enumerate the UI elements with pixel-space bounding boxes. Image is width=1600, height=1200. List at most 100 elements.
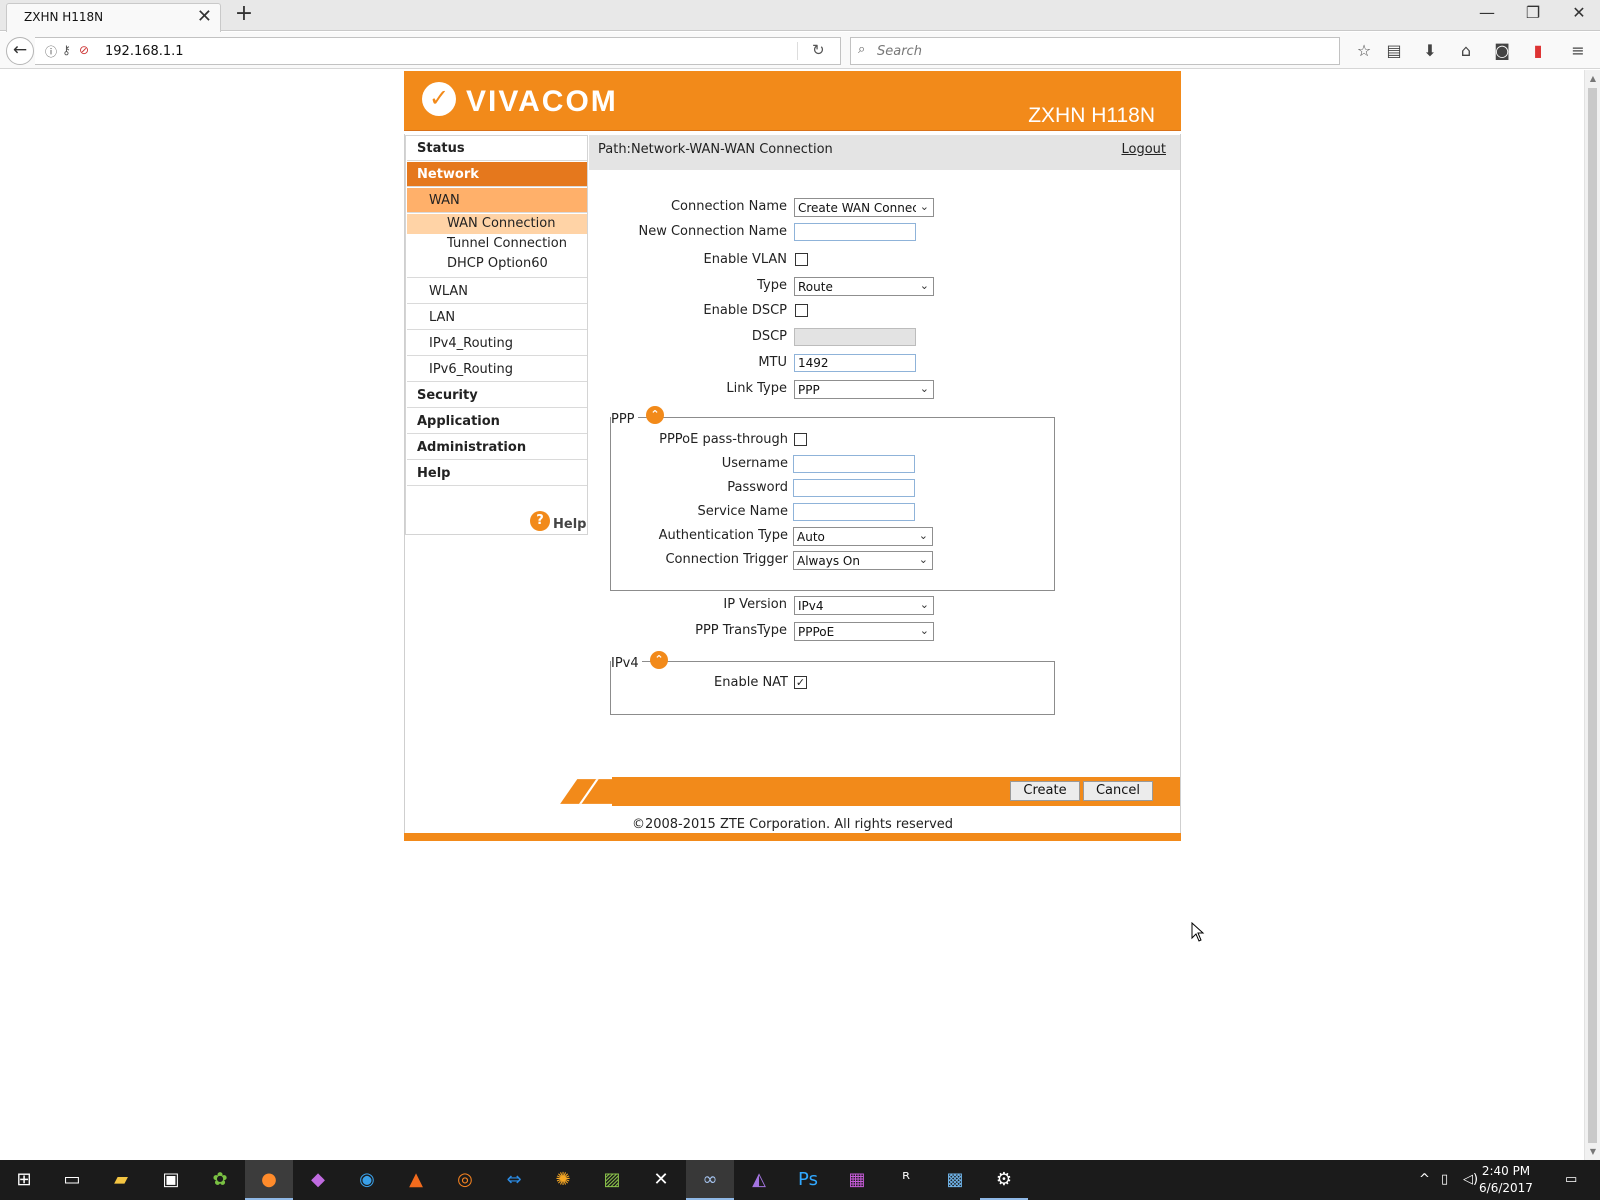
url-bar[interactable]: ⓘ ⚷ ⊘ 192.168.1.1 ↻ — [35, 37, 841, 65]
app-icon[interactable]: ✿ — [196, 1160, 244, 1200]
sidebar-item-wlan[interactable]: WLAN — [407, 279, 587, 304]
sidebar-item-status[interactable]: Status — [407, 136, 587, 161]
mtu-input[interactable]: 1492 — [794, 354, 916, 372]
page-scrollbar[interactable]: ▲ ▼ — [1584, 70, 1600, 1160]
url-text[interactable]: 192.168.1.1 — [105, 44, 184, 59]
taskbar-clock[interactable]: 2:40 PM 6/6/2017 — [1471, 1163, 1541, 1197]
sidebar-item-application[interactable]: Application — [407, 409, 587, 434]
app-icon[interactable]: ᴿ — [882, 1160, 930, 1200]
sidebar-item-dhcp-option60[interactable]: DHCP Option60 — [407, 254, 587, 278]
sidebar-item-security[interactable]: Security — [407, 383, 587, 408]
sidebar-item-wan[interactable]: WAN — [407, 188, 587, 213]
sidebar-item-label: IPv6_Routing — [429, 362, 513, 377]
blender-icon[interactable]: ◎ — [441, 1160, 489, 1200]
help-icon: ? — [530, 511, 550, 531]
auth-type-select[interactable]: Auto ⌄ — [793, 527, 933, 546]
new-tab-button[interactable]: + — [233, 1, 255, 26]
connection-name-select[interactable]: Create WAN Connection⌄ — [794, 198, 934, 217]
ipv4-collapse-icon[interactable]: ⌃ — [650, 651, 668, 669]
start-windows-icon[interactable]: ⊞ — [0, 1160, 48, 1200]
file-explorer-icon[interactable]: ▰ — [97, 1160, 145, 1200]
password-input[interactable] — [793, 479, 915, 497]
window-close-button[interactable]: ✕ — [1556, 3, 1600, 22]
link-type-select[interactable]: PPP ⌄ — [794, 380, 934, 399]
cancel-button[interactable]: Cancel — [1083, 781, 1153, 801]
app-icon[interactable]: ▩ — [931, 1160, 979, 1200]
tools-icon[interactable]: ✕ — [637, 1160, 685, 1200]
sidebar-item-help[interactable]: Help — [407, 461, 587, 486]
scrollbar-thumb[interactable] — [1588, 88, 1597, 1143]
tray-chevron-up-icon[interactable]: ^ — [1419, 1160, 1430, 1200]
username-input[interactable] — [793, 455, 915, 473]
info-icon[interactable]: ⓘ — [45, 43, 57, 60]
bookmark-star-icon[interactable]: ☆ — [1353, 40, 1375, 62]
enable-dscp-checkbox[interactable] — [795, 304, 808, 317]
pocket-icon[interactable]: ◙ — [1491, 40, 1513, 62]
browser-tab[interactable]: ZXHN H118N ✕ — [6, 3, 221, 32]
network-icon[interactable]: ▯ — [1441, 1160, 1448, 1200]
insecure-icon[interactable]: ⊘ — [79, 43, 89, 57]
app-icon[interactable]: ◉ — [343, 1160, 391, 1200]
notifications-icon[interactable]: ▭ — [1565, 1160, 1577, 1200]
photoshop-icon[interactable]: Ps — [784, 1160, 832, 1200]
dscp-input[interactable] — [794, 328, 916, 346]
app-icon[interactable]: ✺ — [539, 1160, 587, 1200]
sidebar-item-tunnel-connection[interactable]: Tunnel Connection — [407, 234, 587, 254]
teamviewer-icon[interactable]: ⇔ — [490, 1160, 538, 1200]
sidebar-item-label: WAN Connection — [447, 216, 556, 231]
reload-icon[interactable]: ↻ — [812, 41, 825, 59]
download-icon[interactable]: ⬇ — [1419, 40, 1441, 62]
sidebar-item-label: DHCP Option60 — [447, 256, 548, 271]
ppp-legend: PPP — [611, 412, 638, 427]
settings-gear-icon[interactable]: ⚙ — [980, 1160, 1028, 1200]
menu-icon[interactable]: ≡ — [1567, 40, 1589, 62]
ppp-transtype-label: PPP TransType — [695, 623, 787, 638]
create-button[interactable]: Create — [1010, 781, 1080, 801]
logout-link[interactable]: Logout — [1121, 142, 1166, 157]
firefox-icon[interactable]: ● — [245, 1160, 293, 1200]
new-connection-name-input[interactable] — [794, 223, 916, 241]
minimize-button[interactable]: — — [1464, 3, 1510, 22]
sidebar-item-wan-connection[interactable]: WAN Connection — [407, 214, 587, 234]
scroll-down-icon[interactable]: ▼ — [1585, 1147, 1600, 1156]
type-select[interactable]: Route ⌄ — [794, 277, 934, 296]
search-input[interactable]: ⌕ Search — [850, 37, 1340, 65]
conn-trigger-label: Connection Trigger — [665, 552, 788, 567]
restore-button[interactable]: ❐ — [1510, 3, 1556, 22]
key-icon[interactable]: ⚷ — [62, 43, 71, 57]
enable-vlan-checkbox[interactable] — [795, 253, 808, 266]
ip-version-select[interactable]: IPv4 ⌄ — [794, 596, 934, 615]
terminal-icon[interactable]: ▣ — [147, 1160, 195, 1200]
back-button[interactable]: ← — [6, 37, 34, 65]
select-value: Create WAN Connection — [798, 201, 916, 215]
enable-nat-checkbox[interactable]: ✓ — [794, 676, 807, 689]
sidebar-item-network[interactable]: Network — [407, 162, 587, 187]
scroll-up-icon[interactable]: ▲ — [1585, 74, 1600, 83]
app-icon[interactable]: ∞ — [686, 1160, 734, 1200]
sidebar-item-ipv4-routing[interactable]: IPv4_Routing — [407, 331, 587, 356]
ppp-transtype-select[interactable]: PPPoE ⌄ — [794, 622, 934, 641]
reading-list-icon[interactable]: ▤ — [1383, 40, 1405, 62]
app-icon[interactable]: ▲ — [392, 1160, 440, 1200]
home-icon[interactable]: ⌂ — [1455, 40, 1477, 62]
app-icon[interactable]: ▦ — [833, 1160, 881, 1200]
ppp-collapse-icon[interactable]: ⌃ — [646, 406, 664, 424]
app-icon[interactable]: ▨ — [588, 1160, 636, 1200]
sidebar-item-administration[interactable]: Administration — [407, 435, 587, 460]
tab-close-icon[interactable]: ✕ — [197, 6, 212, 27]
sidebar-item-ipv6-routing[interactable]: IPv6_Routing — [407, 357, 587, 382]
pppoe-passthrough-checkbox[interactable] — [794, 433, 807, 446]
sidebar-item-label: Status — [417, 141, 465, 156]
mouse-cursor-icon — [1191, 922, 1205, 942]
conn-trigger-select[interactable]: Always On ⌄ — [793, 551, 933, 570]
sidebar-item-lan[interactable]: LAN — [407, 305, 587, 330]
footer-stripe-decoration — [560, 779, 615, 804]
service-name-input[interactable] — [793, 503, 915, 521]
sidebar-item-label: Application — [417, 414, 500, 429]
app-icon[interactable]: ◆ — [294, 1160, 342, 1200]
page-viewport: ✓ VIVACOM ZXHN H118N Status Network WAN … — [0, 70, 1584, 1160]
brand-logo-text: VIVACOM — [466, 85, 618, 118]
extension-icon[interactable]: ▮ — [1527, 40, 1549, 62]
visual-studio-icon[interactable]: ◭ — [735, 1160, 783, 1200]
task-view-icon[interactable]: ▭ — [48, 1160, 96, 1200]
